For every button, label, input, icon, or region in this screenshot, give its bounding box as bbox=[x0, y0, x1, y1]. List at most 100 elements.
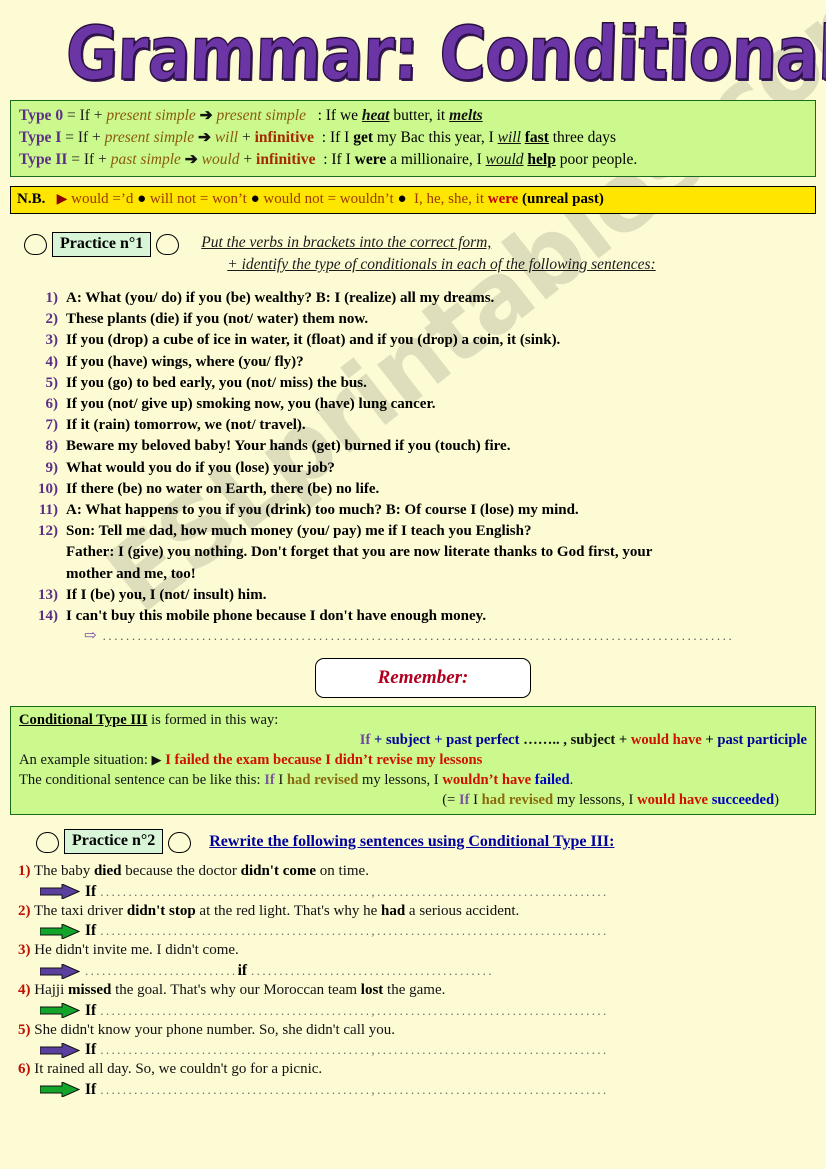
rule-arrow-icon: ➔ bbox=[199, 107, 213, 124]
answer-row[interactable]: If .....................................… bbox=[40, 921, 826, 941]
item-mid: the goal. That's why our Moroccan team bbox=[111, 982, 361, 999]
rule-plus: + bbox=[238, 129, 255, 146]
arrow-right-icon bbox=[40, 1082, 80, 1098]
type3-example-label: An example situation: bbox=[19, 752, 152, 769]
answer-row[interactable]: If .....................................… bbox=[40, 1040, 826, 1060]
arrow-right-icon bbox=[40, 1042, 80, 1058]
rule-tense-1: past simple bbox=[110, 151, 181, 168]
list-item: 5) She didn't know your phone number. So… bbox=[18, 1021, 826, 1041]
rule-tense-1: present simple bbox=[106, 107, 196, 124]
sentence-had-revised: had revised bbox=[286, 772, 359, 789]
answer-dots-2[interactable]: ........................................… bbox=[377, 1001, 609, 1021]
practice-2-instructions: Rewrite the following sentences using Co… bbox=[209, 832, 615, 850]
answer-dots-1[interactable]: ........................... bbox=[85, 961, 238, 981]
item-number: 9) bbox=[45, 459, 59, 476]
type3-heading-rest: is formed in this way: bbox=[147, 712, 279, 729]
type3-example-text: I failed the exam because I didn’t revis… bbox=[165, 752, 483, 769]
item-number: 5) bbox=[45, 374, 59, 391]
item-text: A: What happens to you if you (drink) to… bbox=[66, 502, 579, 519]
answer-dots-1[interactable]: ........................................… bbox=[100, 1040, 377, 1060]
answer-row[interactable]: ........................... if .........… bbox=[40, 961, 826, 981]
type3-sentence-label: The conditional sentence can be like thi… bbox=[19, 772, 265, 789]
alt-open: (= bbox=[442, 792, 459, 809]
rule-example-tail: poor people. bbox=[555, 151, 638, 168]
formula-plus-3: + bbox=[701, 732, 718, 749]
answer-row[interactable]: If .....................................… bbox=[40, 882, 826, 902]
answer-row[interactable]: If .....................................… bbox=[40, 1080, 826, 1100]
practice-2-badge: Practice n°2 bbox=[64, 829, 164, 855]
type3-definition-line: Conditional Type III is formed in this w… bbox=[19, 710, 807, 730]
item-post: the game. bbox=[383, 982, 446, 999]
answer-row[interactable]: If .....................................… bbox=[40, 1001, 826, 1021]
rule-tense-2: would bbox=[201, 151, 240, 168]
item-pre: It rained all day. So, we couldn't go fo… bbox=[34, 1061, 323, 1078]
list-item: 6) If you (not/ give up) smoking now, you… bbox=[32, 394, 826, 415]
list-item: 4) Hajji missed the goal. That's why our… bbox=[18, 981, 826, 1001]
rule-example-intro: : If we bbox=[317, 107, 362, 124]
rule-row-type2: Type II = If + past simple ➔ would + inf… bbox=[19, 149, 807, 171]
item-bold-2: didn't come bbox=[240, 863, 317, 880]
sentence-wouldnt-have: wouldn’t have bbox=[442, 772, 532, 789]
answer-dots-1[interactable]: ........................................… bbox=[100, 1080, 377, 1100]
list-item: 2) The taxi driver didn't stop at the re… bbox=[18, 902, 826, 922]
item-number: 5) bbox=[18, 1021, 31, 1038]
answer-dots-1[interactable]: ........................................… bbox=[100, 921, 377, 941]
triangle-icon: ▶ bbox=[151, 752, 162, 768]
list-item: 9) What would you do if you (lose) your j… bbox=[32, 458, 826, 479]
answer-if-label: If bbox=[85, 882, 97, 900]
rule-type-label: Type I bbox=[19, 129, 62, 146]
bullet-icon: ● bbox=[137, 191, 147, 207]
answer-dots-1[interactable]: ........................................… bbox=[100, 1001, 377, 1021]
arrow-right-outline-icon: ⇨ bbox=[84, 628, 97, 645]
item-pre: He didn't invite me. I didn't come. bbox=[34, 942, 239, 959]
item-number: 2) bbox=[18, 902, 31, 919]
practice-1-instruction-line-1: Put the verbs in brackets into the corre… bbox=[201, 234, 492, 251]
octagon-decor-icon bbox=[24, 234, 47, 255]
item-number: 1) bbox=[45, 290, 59, 306]
rule-row-type1: Type I = If + present simple ➔ will + in… bbox=[19, 127, 807, 149]
answer-dots-2[interactable]: ........................................… bbox=[251, 961, 494, 981]
item-pre: She didn't know your phone number. So, s… bbox=[34, 1021, 396, 1038]
answer-dots-2[interactable]: ........................................… bbox=[377, 1080, 609, 1100]
note-bene-box: N.B. ▶ would =’d ● will not = won’t ● wo… bbox=[10, 186, 816, 214]
arrow-right-icon bbox=[40, 1003, 80, 1019]
practice-1-header: Practice n°1 Put the verbs in brackets i… bbox=[24, 232, 826, 276]
rule-type-label: Type II bbox=[19, 151, 68, 168]
answer-dots-2[interactable]: ........................................… bbox=[377, 1040, 609, 1060]
formula-subject: + subject + bbox=[370, 732, 447, 749]
item-number: 3) bbox=[18, 942, 31, 959]
item-number: 10) bbox=[38, 480, 58, 497]
alt-i: I bbox=[469, 792, 482, 809]
list-item: 8) Beware my beloved baby! Your hands (ge… bbox=[32, 436, 826, 457]
item-number: 7) bbox=[45, 417, 59, 434]
rule-example-mid: my Bac this year, I bbox=[372, 129, 498, 146]
list-item: 3) If you (drop) a cube of ice in water, … bbox=[32, 330, 826, 351]
rule-example-mid: a millionaire, I bbox=[386, 151, 486, 168]
rule-example-verb-2: help bbox=[527, 151, 556, 168]
item-text-continuation: Father: I (give) you nothing. Don't forg… bbox=[66, 544, 653, 561]
item-number: 4) bbox=[18, 982, 31, 999]
rule-tense-1: present simple bbox=[104, 129, 195, 146]
answer-blank-row[interactable]: ⇨ ......................................… bbox=[84, 628, 826, 644]
item-bold-1: didn't stop bbox=[126, 902, 196, 919]
answer-dots[interactable]: ........................................… bbox=[103, 628, 823, 644]
arrow-right-icon bbox=[40, 923, 80, 939]
answer-dots-2[interactable]: ........................................… bbox=[377, 921, 609, 941]
item-number: 14) bbox=[38, 608, 58, 625]
rule-infinitive: infinitive bbox=[254, 129, 315, 146]
sentence-mid: my lessons, I bbox=[358, 772, 443, 789]
rule-type-label: Type 0 bbox=[19, 107, 64, 124]
list-item: 2) These plants (die) if you (not/ water)… bbox=[32, 309, 826, 330]
answer-dots-2[interactable]: ........................................… bbox=[377, 882, 609, 902]
formula-past-participle: past participle bbox=[717, 732, 807, 749]
answer-if-label: If bbox=[85, 1041, 97, 1059]
rule-example-modal: would bbox=[485, 151, 524, 168]
item-post: a serious accident. bbox=[405, 902, 520, 919]
type3-formula: If + subject + past perfect …….. , subje… bbox=[19, 730, 807, 750]
title-area: Grammar: Conditionals bbox=[0, 0, 826, 97]
item-text: What would you do if you (lose) your job… bbox=[66, 459, 335, 476]
formula-would-have: would have bbox=[630, 732, 702, 749]
rule-infinitive: infinitive bbox=[256, 151, 316, 168]
answer-dots-1[interactable]: ........................................… bbox=[100, 882, 377, 902]
item-number: 6) bbox=[18, 1061, 31, 1078]
